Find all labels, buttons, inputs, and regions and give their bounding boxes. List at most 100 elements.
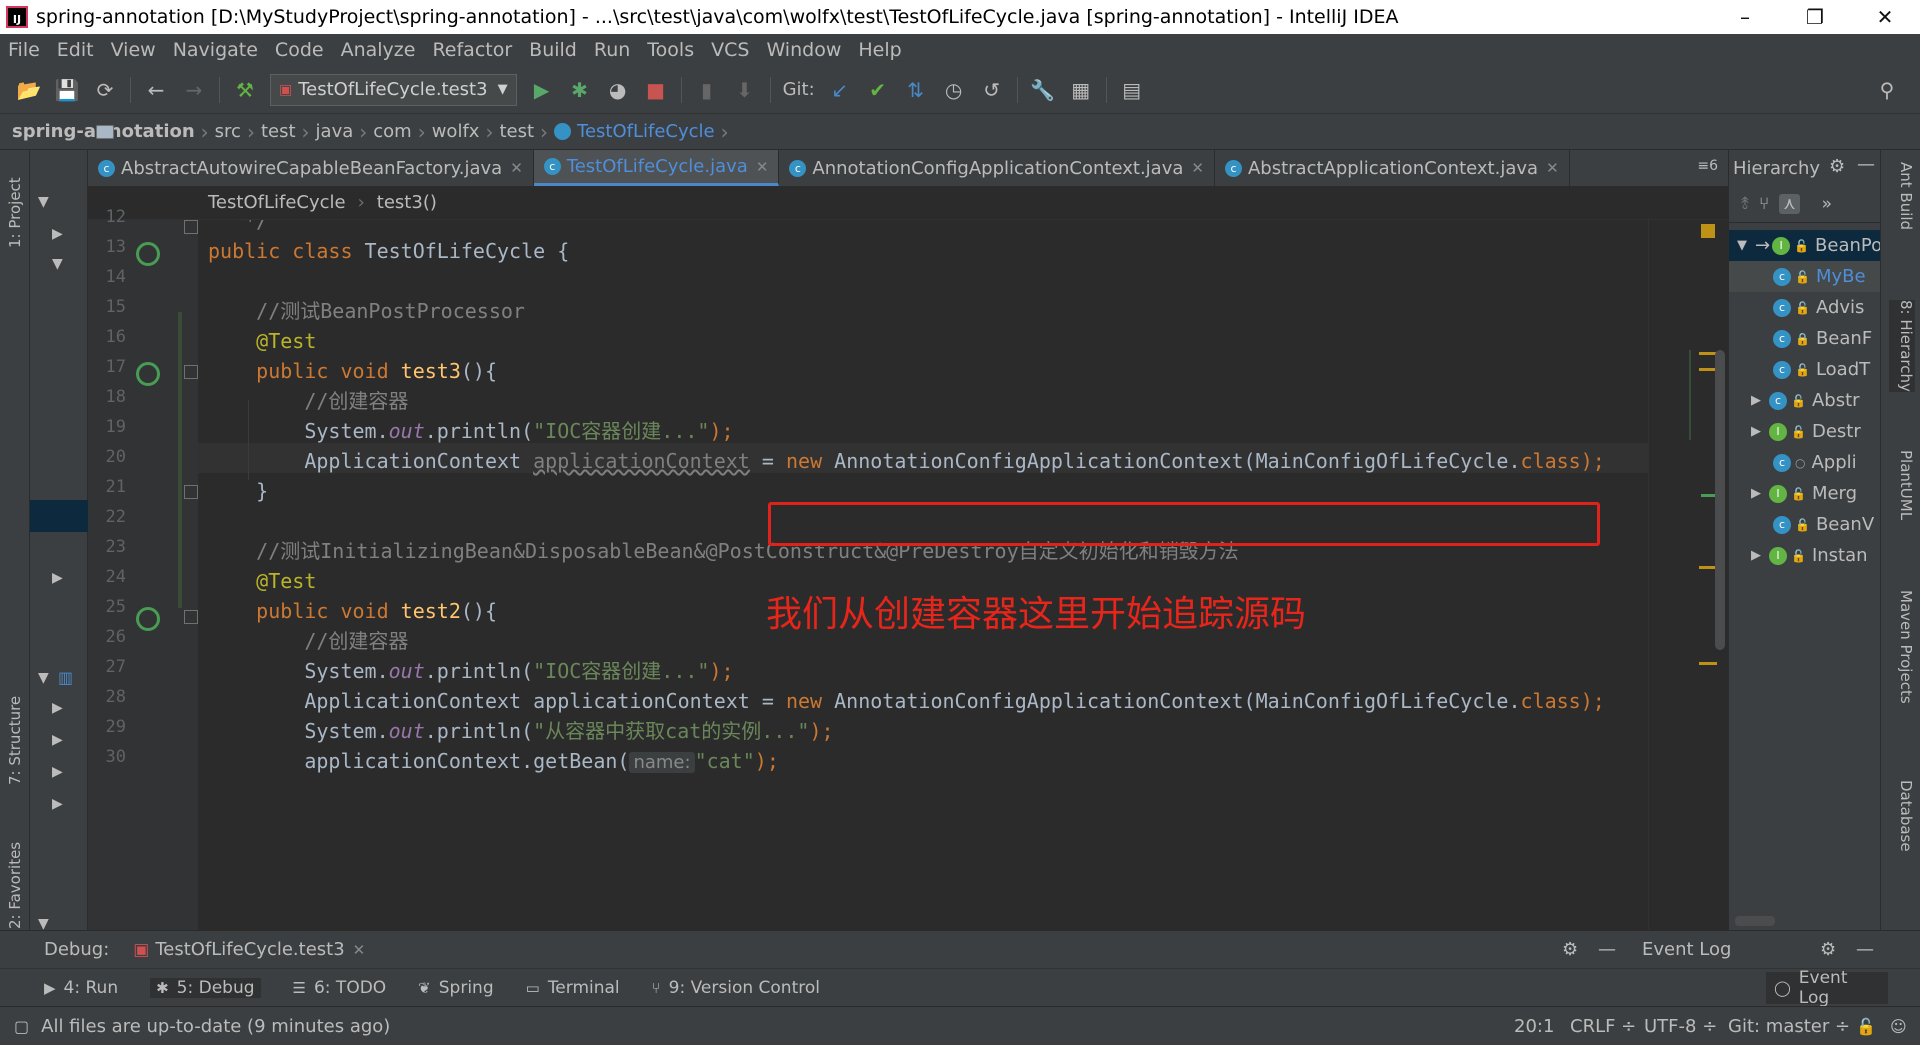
build-hammer-icon[interactable]: ⚒ — [233, 78, 257, 102]
subtypes-icon[interactable]: ⑂ — [1759, 194, 1769, 214]
git-branch-selector[interactable]: Git: master ÷ — [1728, 1016, 1850, 1037]
tab-maven[interactable]: Maven Projects — [1889, 590, 1915, 704]
gear-icon[interactable]: ⚙ — [1820, 939, 1836, 960]
tab-ant-build[interactable]: Ant Build — [1889, 162, 1915, 230]
hierarchy-item[interactable]: ▶ I 🔓 Merg — [1729, 478, 1881, 509]
menu-edit[interactable]: Edit — [57, 39, 94, 61]
caret-position[interactable]: 20:1 — [1514, 1016, 1554, 1037]
hide-icon[interactable]: — — [1598, 939, 1616, 960]
git-commit-icon[interactable]: ✔ — [866, 78, 890, 102]
run-config-selector[interactable]: ▣ TestOfLifeCycle.test3 ▼ — [270, 73, 517, 106]
tool-tab-terminal[interactable]: ▭ Terminal — [526, 978, 620, 998]
debug-icon[interactable]: ✱ — [568, 78, 592, 102]
class-hierarchy-icon[interactable]: ⋏ — [1779, 194, 1800, 214]
code-editor[interactable]: */ public class TestOfLifeCycle { //测试Be… — [198, 220, 1648, 932]
menu-tools[interactable]: Tools — [647, 39, 694, 61]
restore-button[interactable]: ❐ — [1780, 0, 1850, 34]
tab-project[interactable]: 1: Project — [0, 158, 30, 268]
menu-navigate[interactable]: Navigate — [173, 39, 258, 61]
download-icon[interactable]: ⬇ — [733, 78, 757, 102]
hierarchy-item[interactable]: c 🔒 BeanF — [1729, 323, 1881, 354]
expand-arrow-icon[interactable]: ▼ — [52, 256, 63, 272]
tool-tab-todo[interactable]: ☰ 6: TODO — [293, 978, 387, 998]
tool-tab-run[interactable]: ▶ 4: Run — [44, 978, 118, 998]
horizontal-scrollbar[interactable] — [1735, 916, 1775, 926]
hierarchy-item[interactable]: c 🔓 BeanV — [1729, 509, 1881, 540]
back-icon[interactable]: ← — [144, 78, 168, 102]
crumb-src[interactable]: src › — [96, 120, 255, 144]
stop-icon[interactable]: ■ — [644, 78, 668, 102]
run-test-icon[interactable] — [136, 607, 160, 631]
expand-arrow-icon[interactable]: ▶ — [52, 732, 63, 748]
search-icon[interactable]: ⚲ — [1875, 78, 1899, 102]
warning-marker[interactable] — [1699, 662, 1717, 665]
run-test-icon[interactable] — [136, 242, 160, 266]
hector-icon[interactable]: ☺ — [1890, 1017, 1907, 1036]
tab-favorites[interactable]: 2: Favorites — [0, 830, 30, 940]
minimize-button[interactable]: – — [1710, 0, 1780, 34]
expand-arrow-icon[interactable]: ▶ — [52, 226, 63, 242]
tool-tab-vcs[interactable]: ⑂ 9: Version Control — [652, 978, 820, 998]
menu-run[interactable]: Run — [594, 39, 630, 61]
menu-code[interactable]: Code — [275, 39, 324, 61]
hierarchy-item[interactable]: c 🔓 Advis — [1729, 292, 1881, 323]
supertypes-icon[interactable]: ⥉ — [1741, 194, 1749, 214]
expand-arrow-icon[interactable]: ▼ — [38, 670, 49, 686]
expand-arrow-icon[interactable]: ▶ — [52, 764, 63, 780]
hide-icon[interactable]: — — [1857, 154, 1875, 175]
hierarchy-item[interactable]: c 🔓 MyBe — [1729, 261, 1881, 292]
toggle-tool-windows-icon[interactable]: ▢ — [14, 1017, 29, 1036]
run-test-icon[interactable] — [136, 362, 160, 386]
hierarchy-item[interactable]: c 🔓 LoadT — [1729, 354, 1881, 385]
tool-tab-spring[interactable]: ❦ Spring — [418, 978, 493, 998]
coverage-icon[interactable]: ◕ — [606, 78, 630, 102]
history-icon[interactable]: ◷ — [942, 78, 966, 102]
sync-icon[interactable]: ⟳ — [93, 78, 117, 102]
crumb-test[interactable]: test › — [96, 120, 310, 144]
close-tab-icon[interactable]: ✕ — [510, 159, 523, 177]
bookmark-icon[interactable]: ▮ — [695, 78, 719, 102]
close-button[interactable]: ✕ — [1850, 0, 1920, 34]
fold-marker-icon[interactable] — [184, 610, 198, 624]
crumb-com[interactable]: com › — [96, 120, 426, 144]
tab-overflow-button[interactable]: ≡6 — [1697, 158, 1718, 174]
gear-icon[interactable]: ⚙ — [1562, 939, 1578, 960]
tab-structure[interactable]: 7: Structure — [0, 670, 30, 810]
hierarchy-item[interactable]: c ○ Appli — [1729, 447, 1881, 478]
menu-help[interactable]: Help — [858, 39, 901, 61]
menu-refactor[interactable]: Refactor — [432, 39, 512, 61]
tab-database[interactable]: Database — [1889, 780, 1915, 852]
crumb-java[interactable]: java › — [96, 120, 367, 144]
tool-tab-event-log[interactable]: ◯ Event Log — [1766, 968, 1888, 1008]
line-separator-selector[interactable]: CRLF ÷ — [1570, 1016, 1636, 1037]
run-icon[interactable]: ▶ — [530, 78, 554, 102]
expand-arrow-icon[interactable]: ▶ — [52, 700, 63, 716]
tool-tab-debug[interactable]: ✱ 5: Debug — [150, 977, 261, 998]
expand-arrow-icon[interactable]: ▼ — [38, 194, 49, 210]
hierarchy-item[interactable]: ▶ c 🔓 Abstr — [1729, 385, 1881, 416]
close-tab-icon[interactable]: ✕ — [353, 941, 366, 959]
tab-plantuml[interactable]: PlantUML — [1889, 450, 1915, 520]
lock-icon[interactable]: 🔓 — [1856, 1017, 1876, 1036]
hierarchy-item[interactable]: ▶ I 🔓 Destr — [1729, 416, 1881, 447]
expand-arrow-icon[interactable]: ▶ — [52, 570, 63, 586]
fold-marker-icon[interactable] — [184, 365, 198, 379]
hierarchy-item[interactable]: ▼ → I 🔓 BeanPo — [1729, 230, 1881, 261]
fold-marker-icon[interactable] — [184, 220, 198, 234]
tab-testoflifecycle[interactable]: c TestOfLifeCycle.java ✕ — [533, 150, 780, 186]
crumb-test-pkg[interactable]: test › — [96, 120, 548, 144]
gear-icon[interactable]: ⚙ — [1829, 156, 1845, 177]
menu-view[interactable]: View — [111, 39, 156, 61]
more-icon[interactable]: » — [1822, 194, 1832, 214]
crumb-wolfx[interactable]: wolfx › — [96, 120, 493, 144]
project-structure-icon[interactable]: ▦ — [1069, 78, 1093, 102]
hierarchy-item[interactable]: ▶ I 🔓 Instan — [1729, 540, 1881, 571]
menu-vcs[interactable]: VCS — [711, 39, 749, 61]
fold-marker-icon[interactable] — [184, 485, 198, 499]
tab-abstract-autowire[interactable]: c AbstractAutowireCapableBeanFactory.java… — [88, 150, 534, 186]
open-icon[interactable]: 📂 — [17, 78, 42, 102]
tab-abstract-app-context[interactable]: c AbstractApplicationContext.java ✕ — [1215, 150, 1570, 186]
vertical-scrollbar[interactable] — [1715, 350, 1725, 650]
encoding-selector[interactable]: UTF-8 ÷ — [1644, 1016, 1717, 1037]
menu-file[interactable]: File — [8, 39, 40, 61]
